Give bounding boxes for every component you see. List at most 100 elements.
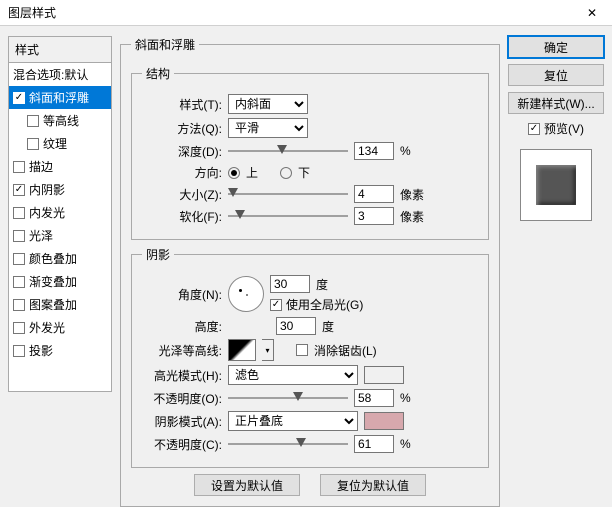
style-item-checkbox[interactable] <box>13 276 25 288</box>
style-item-label: 内发光 <box>29 204 65 221</box>
preview-label: 预览(V) <box>544 120 584 137</box>
style-item-8[interactable]: 颜色叠加 <box>9 247 111 270</box>
angle-unit: 度 <box>316 276 328 293</box>
soften-slider[interactable] <box>228 209 348 223</box>
style-item-label: 纹理 <box>43 135 67 152</box>
style-item-label: 渐变叠加 <box>29 273 77 290</box>
preview-checkbox[interactable]: ✓ <box>528 123 540 135</box>
close-button[interactable]: ✕ <box>572 0 612 26</box>
direction-up-radio[interactable] <box>228 167 240 179</box>
direction-up-label: 上 <box>246 164 258 181</box>
direction-down-label: 下 <box>298 164 310 181</box>
altitude-input[interactable] <box>276 317 316 335</box>
preview-box <box>520 149 592 221</box>
technique-select[interactable]: 平滑 <box>228 118 308 138</box>
depth-slider[interactable] <box>228 144 348 158</box>
highlight-opacity-slider[interactable] <box>228 391 348 405</box>
ok-button[interactable]: 确定 <box>508 36 604 58</box>
depth-label: 深度(D): <box>142 143 222 160</box>
angle-input[interactable] <box>270 275 310 293</box>
soften-label: 软化(F): <box>142 208 222 225</box>
highlight-opacity-input[interactable] <box>354 389 394 407</box>
styles-list[interactable]: 混合选项:默认 ✓ 斜面和浮雕等高线纹理描边 ✓内阴影内发光光泽颜色叠加渐变叠加图案叠… <box>8 62 112 392</box>
gloss-contour-label: 光泽等高线: <box>142 342 222 359</box>
shading-group: 阴影 角度(N): 度 ✓ 使用全局光(G) <box>131 246 489 468</box>
style-item-checkbox[interactable] <box>13 161 25 173</box>
antialias-label: 消除锯齿(L) <box>314 342 377 359</box>
make-default-button[interactable]: 设置为默认值 <box>194 474 300 496</box>
style-item-6[interactable]: 内发光 <box>9 201 111 224</box>
style-item-label: 混合选项:默认 <box>13 66 88 83</box>
style-item-label: 外发光 <box>29 319 65 336</box>
angle-dial[interactable] <box>228 276 264 312</box>
altitude-unit: 度 <box>322 318 334 335</box>
style-item-label: 投影 <box>29 342 53 359</box>
soften-input[interactable] <box>354 207 394 225</box>
style-item-checkbox[interactable] <box>27 138 39 150</box>
style-item-0[interactable]: 混合选项:默认 <box>9 63 111 86</box>
style-label: 样式(T): <box>142 96 222 113</box>
style-item-3[interactable]: 纹理 <box>9 132 111 155</box>
style-item-checkbox[interactable] <box>13 253 25 265</box>
style-item-9[interactable]: 渐变叠加 <box>9 270 111 293</box>
depth-unit: % <box>400 144 411 158</box>
style-item-checkbox[interactable] <box>13 345 25 357</box>
style-item-2[interactable]: 等高线 <box>9 109 111 132</box>
global-light-label: 使用全局光(G) <box>286 296 363 313</box>
shadow-mode-select[interactable]: 正片叠底 <box>228 411 358 431</box>
direction-down-radio[interactable] <box>280 167 292 179</box>
style-item-5[interactable]: ✓内阴影 <box>9 178 111 201</box>
style-item-label: 光泽 <box>29 227 53 244</box>
antialias-checkbox[interactable] <box>296 344 308 356</box>
highlight-opacity-label: 不透明度(O): <box>142 390 222 407</box>
style-item-label: 颜色叠加 <box>29 250 77 267</box>
style-item-label: 描边 <box>29 158 53 175</box>
highlight-opacity-unit: % <box>400 391 411 405</box>
panel-title: 斜面和浮雕 <box>131 36 199 53</box>
style-item-10[interactable]: 图案叠加 <box>9 293 111 316</box>
close-icon: ✕ <box>587 6 597 20</box>
style-item-1[interactable]: ✓ 斜面和浮雕 <box>9 86 111 109</box>
style-item-checkbox[interactable] <box>13 230 25 242</box>
window-title: 图层样式 <box>8 4 56 21</box>
gloss-contour-picker[interactable] <box>228 339 256 361</box>
global-light-checkbox[interactable]: ✓ <box>270 299 282 311</box>
new-style-button[interactable]: 新建样式(W)... <box>508 92 604 114</box>
style-item-7[interactable]: 光泽 <box>9 224 111 247</box>
highlight-mode-select[interactable]: 滤色 <box>228 365 358 385</box>
shadow-color-swatch[interactable] <box>364 412 404 430</box>
style-item-label: 斜面和浮雕 <box>29 89 89 106</box>
style-item-checkbox[interactable] <box>13 322 25 334</box>
style-item-11[interactable]: 外发光 <box>9 316 111 339</box>
shading-legend: 阴影 <box>142 246 174 263</box>
style-item-checkbox[interactable] <box>13 207 25 219</box>
size-input[interactable] <box>354 185 394 203</box>
style-item-checkbox[interactable] <box>27 115 39 127</box>
size-unit: 像素 <box>400 186 424 203</box>
altitude-label: 高度: <box>142 318 222 335</box>
depth-input[interactable] <box>354 142 394 160</box>
style-item-12[interactable]: 投影 <box>9 339 111 362</box>
style-item-checkbox[interactable]: ✓ <box>13 184 25 196</box>
structure-legend: 结构 <box>142 65 174 82</box>
gloss-contour-dropdown[interactable]: ▾ <box>262 339 274 361</box>
highlight-color-swatch[interactable] <box>364 366 404 384</box>
highlight-mode-label: 高光模式(H): <box>142 367 222 384</box>
cancel-button[interactable]: 复位 <box>508 64 604 86</box>
size-label: 大小(Z): <box>142 186 222 203</box>
style-item-4[interactable]: 描边 <box>9 155 111 178</box>
bevel-panel: 斜面和浮雕 结构 样式(T): 内斜面 方法(Q): 平滑 深度(D): % <box>120 36 500 507</box>
reset-default-button[interactable]: 复位为默认值 <box>320 474 426 496</box>
size-slider[interactable] <box>228 187 348 201</box>
style-item-checkbox[interactable]: ✓ <box>13 92 25 104</box>
direction-label: 方向: <box>142 164 222 181</box>
soften-unit: 像素 <box>400 208 424 225</box>
style-select[interactable]: 内斜面 <box>228 94 308 114</box>
shadow-opacity-input[interactable] <box>354 435 394 453</box>
technique-label: 方法(Q): <box>142 120 222 137</box>
shadow-opacity-slider[interactable] <box>228 437 348 451</box>
styles-header: 样式 <box>8 36 112 62</box>
style-item-label: 图案叠加 <box>29 296 77 313</box>
preview-swatch <box>536 165 576 205</box>
style-item-checkbox[interactable] <box>13 299 25 311</box>
